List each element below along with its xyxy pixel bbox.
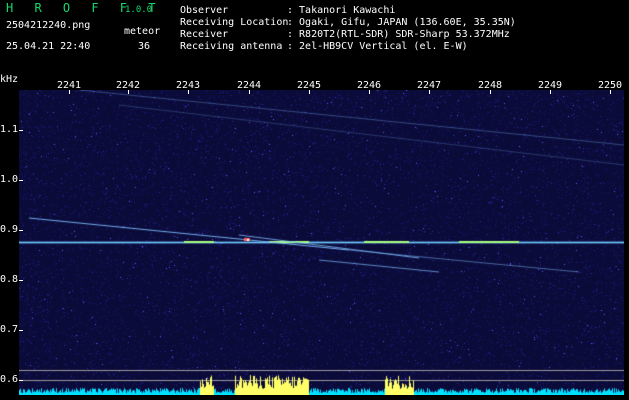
y-tick-mark: [19, 230, 23, 231]
x-tick-mark: [249, 90, 250, 94]
y-tick-label: 0.8: [0, 274, 19, 285]
receiver-value: : R820T2(RTL-SDR) SDR-Sharp 53.372MHz: [287, 29, 510, 40]
y-tick-label: 0.6: [0, 374, 19, 385]
location-label: Receiving Location: [180, 17, 289, 28]
mode-label: meteor: [124, 26, 161, 37]
x-tick-mark: [550, 90, 551, 94]
y-tick-mark: [19, 330, 23, 331]
header-panel: H R O F F T 1.0.0 2504212240.png meteor …: [0, 0, 629, 70]
x-tick-mark: [69, 90, 70, 94]
observer-label: Observer: [180, 5, 229, 16]
y-tick-mark: [19, 280, 23, 281]
y-tick-label: 0.7: [0, 324, 19, 335]
count-label: 36: [138, 41, 151, 52]
x-tick-mark: [188, 90, 189, 94]
y-unit-label: kHz: [0, 74, 19, 85]
version-label: 1.0.0: [125, 5, 153, 15]
y-tick-label: 1.0: [0, 174, 19, 185]
y-tick-mark: [19, 380, 23, 381]
observer-value: : Takanori Kawachi: [287, 5, 396, 16]
x-tick-mark: [369, 90, 370, 94]
spectrogram-canvas: [19, 90, 624, 395]
x-tick-mark: [429, 90, 430, 94]
spectrogram-panel: [19, 90, 624, 395]
x-tick-mark: [128, 90, 129, 94]
x-tick-mark: [309, 90, 310, 94]
location-value: : Ogaki, Gifu, JAPAN (136.60E, 35.35N): [287, 17, 516, 28]
y-tick-label: 1.1: [0, 124, 19, 135]
y-tick-label: 0.9: [0, 224, 19, 235]
datetime-label: 25.04.21 22:40: [6, 41, 91, 52]
antenna-label: Receiving antenna: [180, 41, 283, 52]
receiver-label: Receiver: [180, 29, 229, 40]
antenna-value: : 2el-HB9CV Vertical (el. E-W): [287, 41, 468, 52]
x-tick-mark: [490, 90, 491, 94]
y-tick-mark: [19, 130, 23, 131]
y-tick-mark: [19, 180, 23, 181]
filename-label: 2504212240.png: [6, 20, 91, 31]
x-tick-mark: [610, 90, 611, 94]
